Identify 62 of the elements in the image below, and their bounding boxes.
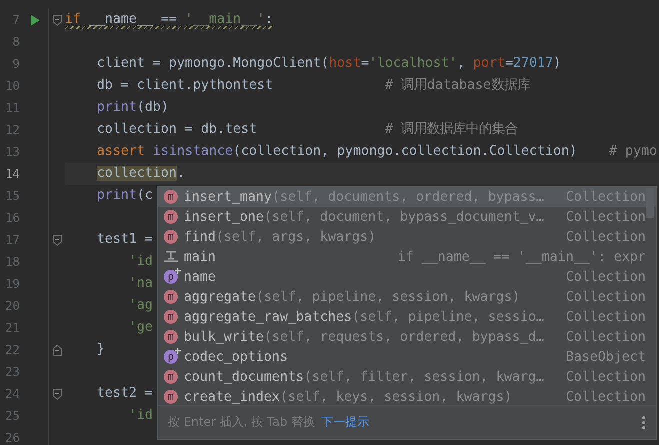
code-line: 'na bbox=[129, 276, 154, 292]
completion-item[interactable]: p name Collection bbox=[158, 267, 656, 287]
method-icon: m bbox=[164, 290, 178, 304]
line-number: 14 bbox=[4, 167, 21, 181]
line-number: 8 bbox=[12, 35, 21, 49]
line-number: 16 bbox=[4, 211, 21, 225]
fold-icon[interactable] bbox=[52, 388, 62, 400]
method-icon: m bbox=[164, 370, 178, 384]
line-number: 9 bbox=[12, 57, 21, 71]
completion-item[interactable]: m insert_one(self, document, bypass_document_v… Collection bbox=[158, 207, 656, 227]
line-number: 12 bbox=[4, 123, 21, 137]
method-icon: m bbox=[164, 210, 178, 224]
line-number: 19 bbox=[4, 277, 21, 291]
code-line: test1 = bbox=[97, 232, 154, 248]
code-line: collection = db.test # 调用数据库中的集合 bbox=[97, 120, 518, 139]
line-number: 25 bbox=[4, 409, 21, 423]
line-number: 18 bbox=[4, 255, 21, 269]
completion-item[interactable]: m aggregate_raw_batches(self, pipeline, sessio… Collection bbox=[158, 307, 656, 327]
line-number: 7 bbox=[12, 13, 21, 27]
completion-item[interactable]: m create_index(self, keys, session, kwargs) Collection bbox=[158, 387, 656, 405]
completion-item[interactable]: p codec_options BaseObject bbox=[158, 347, 656, 367]
template-icon bbox=[164, 251, 178, 263]
code-line: db = client.pythontest # 调用database数据库 bbox=[97, 76, 530, 95]
completion-item[interactable]: m find(self, args, kwargs) Collection bbox=[158, 227, 656, 247]
line-number: 23 bbox=[4, 365, 21, 379]
more-icon[interactable] bbox=[642, 416, 646, 430]
property-icon: p bbox=[164, 350, 178, 364]
method-icon: m bbox=[164, 190, 178, 204]
line-number: 24 bbox=[4, 387, 21, 401]
completion-item[interactable]: main if __name__ == '__main__': expr bbox=[158, 247, 656, 267]
code-line: } bbox=[97, 342, 106, 358]
completion-item[interactable]: m count_documents(self, filter, session, kwarg… Collection bbox=[158, 367, 656, 387]
line-number: 10 bbox=[4, 79, 21, 93]
code-line: 'id bbox=[129, 254, 154, 270]
line-number: 26 bbox=[4, 431, 21, 445]
line-number: 22 bbox=[4, 343, 21, 357]
line-number: 21 bbox=[4, 321, 21, 335]
method-icon: m bbox=[164, 390, 178, 404]
code-line: 'ag bbox=[129, 298, 154, 314]
fold-icon[interactable] bbox=[52, 344, 62, 356]
code-line: 'ge bbox=[129, 320, 154, 336]
method-icon: m bbox=[164, 310, 178, 324]
line-number: 13 bbox=[4, 145, 21, 159]
property-icon: p bbox=[164, 270, 178, 284]
code-line: assert isinstance(collection, pymongo.collection.Collection) # pymo bbox=[97, 144, 658, 160]
run-icon[interactable] bbox=[30, 14, 40, 26]
code-line: test2 = bbox=[97, 386, 154, 402]
next-tip-link[interactable]: 下一提示 bbox=[321, 414, 642, 431]
line-number: 17 bbox=[4, 233, 21, 247]
code-line: 'id bbox=[129, 408, 154, 424]
line-number: 11 bbox=[4, 101, 21, 115]
method-icon: m bbox=[164, 330, 178, 344]
completion-item[interactable]: m bulk_write(self, requests, ordered, bypass_d… Collection bbox=[158, 327, 656, 347]
fold-icon[interactable] bbox=[52, 234, 62, 246]
fold-icon[interactable] bbox=[52, 14, 62, 26]
line-number: 15 bbox=[4, 189, 21, 203]
line-number: 20 bbox=[4, 299, 21, 313]
code-line: print(c bbox=[97, 188, 154, 204]
code-line: print(db) bbox=[97, 100, 170, 116]
completion-item[interactable]: m aggregate(self, pipeline, session, kwargs) Collection bbox=[158, 287, 656, 307]
code-line: client = pymongo.MongoClient(host='localhost', port=27017) bbox=[97, 56, 562, 72]
method-icon: m bbox=[164, 230, 178, 244]
